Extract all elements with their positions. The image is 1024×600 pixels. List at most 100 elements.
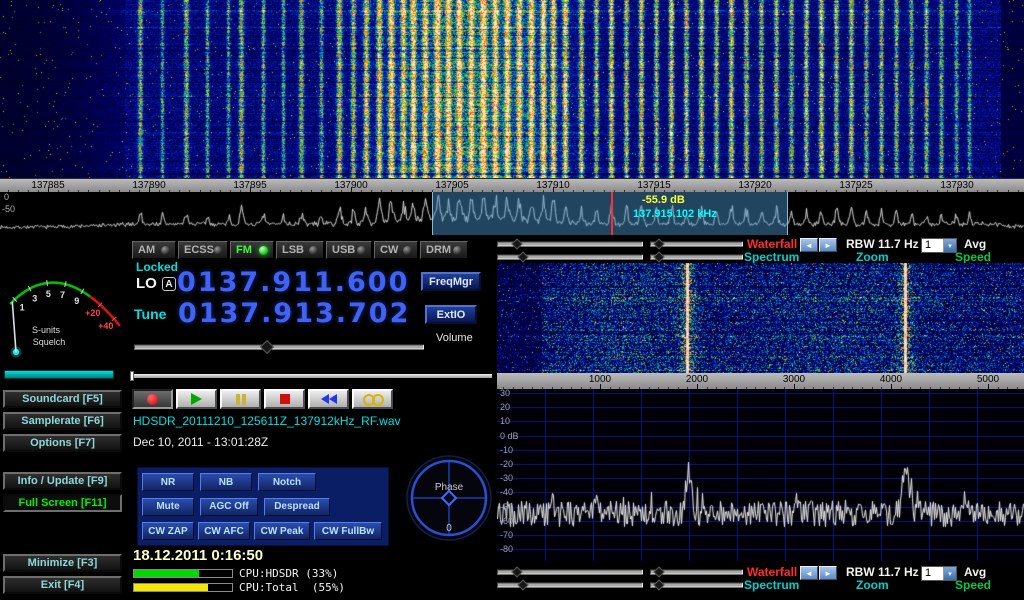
record-button[interactable]: [132, 389, 173, 409]
mode-led-icon: [259, 246, 268, 255]
smeter-squelch-label: Squelch: [33, 337, 66, 347]
audio-spectrum-canvas[interactable]: [497, 389, 1024, 561]
dsp-notch-button[interactable]: Notch: [258, 473, 316, 491]
sidebar-exit-f4-button[interactable]: Exit [F4]: [3, 576, 122, 594]
mode-ecss-button[interactable]: ECSS: [178, 241, 228, 259]
volume-label: Volume: [436, 332, 473, 344]
cpu-bar-fill: [134, 570, 199, 577]
top-zoom-left-arrow-icon[interactable]: ◄: [800, 238, 818, 252]
bottom-waterfall-gain-slider[interactable]: [497, 566, 643, 578]
mode-label: USB: [332, 244, 355, 256]
freq-scale-label: 137910: [536, 180, 569, 191]
mode-fm-button[interactable]: FM: [230, 241, 274, 259]
loop-button[interactable]: [352, 389, 393, 409]
top-zoom-right-arrow-icon[interactable]: ►: [819, 238, 837, 252]
smeter-needle: [12, 302, 16, 352]
main-waterfall-display[interactable]: [0, 0, 1024, 178]
dsp-nr-button[interactable]: NR: [142, 473, 194, 491]
stop-icon: [280, 394, 290, 404]
sidebar-full-screen-f11-button[interactable]: Full Screen [F11]: [3, 494, 122, 512]
top-waterfall-offset-slider-thumb[interactable]: [654, 238, 665, 249]
extio-button[interactable]: ExtIO: [425, 305, 477, 324]
phase-value: 0: [446, 523, 452, 534]
top-spectrum-gain-slider-thumb[interactable]: [518, 251, 529, 262]
bottom-zoom-buttons[interactable]: ◄►: [800, 566, 837, 580]
top-spectrum-gain-slider[interactable]: [497, 251, 643, 263]
zoom-band-selector[interactable]: [432, 192, 788, 235]
bottom-waterfall-offset-slider-thumb[interactable]: [654, 566, 665, 577]
sidebar-soundcard-f5-button[interactable]: Soundcard [F5]: [3, 390, 122, 408]
top-waterfall-gain-slider-thumb[interactable]: [512, 238, 523, 249]
overview-spectrum-display[interactable]: 0 -50 -55.9 dB 137.915.102 kHz: [0, 192, 1024, 235]
bottom-zoom-left-arrow-icon[interactable]: ◄: [800, 566, 818, 580]
bottom-spectrum-gain-slider-thumb[interactable]: [518, 579, 529, 590]
bottom-avg-select[interactable]: 1▾: [921, 566, 957, 581]
volume-slider[interactable]: [134, 340, 424, 354]
audio-frequency-scale[interactable]: 10002000300040005000: [497, 373, 1024, 389]
display-controls-bottom: WaterfallSpectrum◄►RBW 11.7 HzZoom1▾AvgS…: [497, 566, 1024, 594]
frequency-scale[interactable]: 1378851378901378951379001379051379101379…: [0, 178, 1024, 192]
stop-button[interactable]: [264, 389, 305, 409]
dsp-nb-button[interactable]: NB: [200, 473, 252, 491]
playback-position-slider[interactable]: [130, 374, 492, 378]
dsp-button-panel: NR NB Notch Mute AGC Off Despread CW ZAPCW AFC…: [137, 467, 389, 546]
mode-label: ECSS: [184, 244, 214, 256]
loop-icon: [363, 394, 382, 405]
dsp-cw-afc-button[interactable]: CW AFC: [198, 522, 250, 540]
rewind-button[interactable]: [308, 389, 349, 409]
top-waterfall-label: Waterfall: [747, 237, 797, 251]
vfo-a-badge[interactable]: A: [162, 277, 176, 291]
freq-scale-label: 137900: [334, 180, 367, 191]
bottom-waterfall-offset-slider[interactable]: [650, 566, 743, 578]
top-spectrum-offset-slider-thumb[interactable]: [654, 251, 665, 262]
mode-am-button[interactable]: AM: [132, 241, 176, 259]
audio-spectrum-display[interactable]: 3020100 dB-10-20-30-40-50-60-70-80: [497, 389, 1024, 561]
pause-button[interactable]: [220, 389, 261, 409]
cpu-label: CPU:Total (55%): [239, 581, 345, 594]
cursor-db-readout: -55.9 dB: [642, 194, 685, 206]
sidebar-info-update-f9-button[interactable]: Info / Update [F9]: [3, 472, 122, 490]
clock-display: 18.12.2011 0:16:50: [133, 547, 263, 564]
top-spectrum-offset-slider[interactable]: [650, 251, 743, 263]
bottom-zoom-right-arrow-icon[interactable]: ►: [819, 566, 837, 580]
mode-usb-button[interactable]: USB: [326, 241, 372, 259]
smeter-scale-number: 5: [46, 289, 51, 299]
tune-label: Tune: [134, 306, 166, 322]
audio-waterfall-display[interactable]: [497, 263, 1024, 373]
dsp-cw-peak-button[interactable]: CW Peak: [254, 522, 310, 540]
dsp-cw-fullbw-button[interactable]: CW FullBw: [314, 522, 382, 540]
dsp-agc-off-button[interactable]: AGC Off: [200, 498, 258, 516]
bottom-spectrum-label: Spectrum: [744, 578, 799, 592]
dsp-despread-button[interactable]: Despread: [264, 498, 330, 516]
bottom-spectrum-offset-slider-thumb[interactable]: [654, 579, 665, 590]
cpu-bar-fill: [134, 584, 208, 591]
sidebar-samplerate-f6-button[interactable]: Samplerate [F6]: [3, 412, 122, 430]
sidebar-options-f7-button[interactable]: Options [F7]: [3, 434, 122, 452]
mode-cw-button[interactable]: CW: [374, 241, 418, 259]
top-zoom-buttons[interactable]: ◄►: [800, 238, 837, 252]
bottom-spectrum-offset-slider[interactable]: [650, 579, 743, 591]
tune-frequency-display[interactable]: 0137.913.702: [178, 298, 410, 329]
bottom-waterfall-gain-slider-thumb[interactable]: [512, 566, 523, 577]
squelch-level-bar[interactable]: [4, 370, 114, 379]
rewind-icon: [321, 394, 337, 405]
dsp-cw-zap-button[interactable]: CW ZAP: [142, 522, 194, 540]
mode-led-icon: [403, 246, 412, 255]
top-avg-select[interactable]: 1▾: [921, 238, 957, 253]
playback-position-thumb[interactable]: [130, 371, 134, 381]
volume-slider-thumb[interactable]: [260, 340, 274, 354]
freqmgr-button[interactable]: FreqMgr: [421, 272, 481, 291]
mode-lsb-button[interactable]: LSB: [276, 241, 324, 259]
dsp-row: CW ZAPCW AFCCW PeakCW FullBw: [142, 522, 384, 540]
db-tick-label: 0 dB: [500, 431, 519, 441]
audio-scale-label: 1000: [589, 374, 611, 385]
top-waterfall-gain-slider[interactable]: [497, 238, 643, 250]
play-button[interactable]: [176, 389, 217, 409]
lo-frequency-display[interactable]: 0137.911.600: [177, 267, 409, 298]
bottom-spectrum-gain-slider[interactable]: [497, 579, 643, 591]
sidebar-minimize-f3-button[interactable]: Minimize [F3]: [3, 554, 122, 572]
db-tick-label: 30: [500, 388, 510, 398]
dsp-mute-button[interactable]: Mute: [142, 498, 194, 516]
mode-drm-button[interactable]: DRM: [420, 241, 468, 259]
top-waterfall-offset-slider[interactable]: [650, 238, 743, 250]
